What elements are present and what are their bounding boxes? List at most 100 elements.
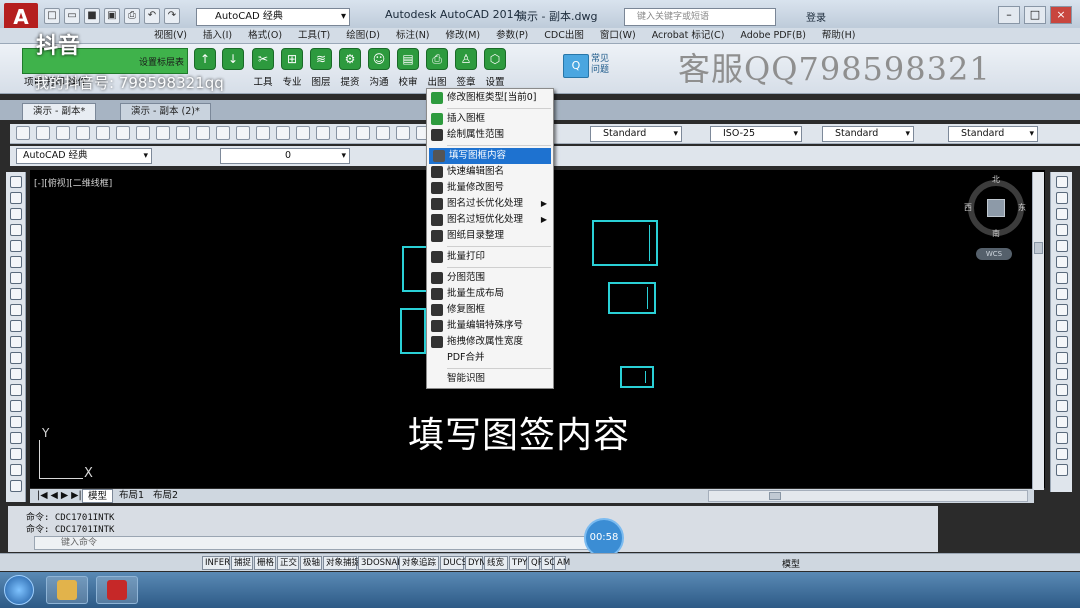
toolbar-icon-button[interactable] (236, 126, 250, 140)
status-toggle-button[interactable]: 正交 (277, 556, 299, 570)
context-menu-item[interactable]: 智能识图 (427, 371, 553, 387)
modify-tool-icon[interactable] (1055, 352, 1068, 364)
print-icon[interactable]: ⎙ (124, 8, 140, 24)
context-menu-item[interactable]: 批量编辑特殊序号 (427, 318, 553, 334)
search-input[interactable]: 键入关键字或短语 (624, 8, 776, 26)
drawing-frame[interactable] (402, 246, 428, 292)
workspace-combo[interactable]: AutoCAD 经典 (16, 148, 152, 164)
modify-tool-icon[interactable] (1055, 272, 1068, 284)
menu-item[interactable]: 标注(N) (388, 28, 438, 43)
modify-tool-icon[interactable] (1055, 448, 1068, 460)
toolbar-icon-button[interactable] (96, 126, 110, 140)
tab-model[interactable]: 模型 (82, 489, 114, 503)
status-toggle-button[interactable]: 捕捉 (231, 556, 253, 570)
modify-tool-icon[interactable] (1055, 464, 1068, 476)
draw-tool-icon[interactable] (9, 208, 22, 220)
toolbar-icon-button[interactable] (396, 126, 410, 140)
status-toggle-button[interactable]: SC (541, 556, 555, 570)
toolbar-icon-button[interactable] (276, 126, 290, 140)
context-menu-item[interactable]: 图纸目录整理 (427, 228, 553, 244)
modify-tool-icon[interactable] (1055, 176, 1068, 188)
autocad-taskbar-button[interactable] (96, 576, 138, 604)
menu-item[interactable]: 参数(P) (488, 28, 536, 43)
draw-tool-icon[interactable] (9, 320, 22, 332)
ribbon-tool-button[interactable]: ⬡ 设置 (480, 48, 510, 88)
toolbar-icon-button[interactable] (56, 126, 70, 140)
viewport-label[interactable]: [-][俯视][二维线框] (34, 176, 112, 189)
toolbar-icon-button[interactable] (156, 126, 170, 140)
menu-item[interactable]: 窗口(W) (592, 28, 644, 43)
context-menu-item[interactable]: 分图范围 (427, 270, 553, 286)
status-toggle-button[interactable]: INFER (202, 556, 230, 570)
context-menu-item[interactable]: 批量生成布局 (427, 286, 553, 302)
minimize-button[interactable]: – (998, 6, 1020, 24)
menu-item[interactable]: 插入(I) (195, 28, 240, 43)
drawing-frame[interactable] (592, 220, 658, 266)
toolbar-icon-button[interactable] (36, 126, 50, 140)
status-toggle-button[interactable]: 3DOSNAP (358, 556, 402, 570)
new-icon[interactable]: □ (44, 8, 60, 24)
draw-tool-icon[interactable] (9, 416, 22, 428)
draw-tool-icon[interactable] (9, 336, 22, 348)
context-menu-item[interactable]: 批量打印 (427, 249, 553, 265)
autocad-logo-icon[interactable]: A (4, 3, 38, 31)
ribbon-tool-button[interactable]: ♙ 签章 (451, 48, 481, 88)
draw-tool-icon[interactable] (9, 432, 22, 444)
login-link[interactable]: 登录 (806, 9, 826, 24)
modify-tool-icon[interactable] (1055, 368, 1068, 380)
menu-item[interactable]: Acrobat 标记(C) (644, 28, 733, 43)
draw-tool-icon[interactable] (9, 384, 22, 396)
context-menu-item[interactable]: 修改图框类型[当前0] (427, 90, 553, 106)
status-toggle-button[interactable]: QP (528, 556, 543, 570)
text-style-select[interactable]: Standard (590, 126, 682, 142)
doc-tab-1[interactable]: 演示 - 副本* (22, 103, 97, 120)
tab-layout1[interactable]: 布局1 (114, 489, 149, 503)
maximize-button[interactable]: □ (1024, 6, 1046, 24)
menu-item[interactable]: 视图(V) (146, 28, 195, 43)
tab-layout2[interactable]: 布局2 (148, 489, 183, 503)
modify-tool-icon[interactable] (1055, 192, 1068, 204)
drawing-frame[interactable] (620, 366, 654, 388)
table-style-select[interactable]: Standard (822, 126, 914, 142)
modify-tool-icon[interactable] (1055, 256, 1068, 268)
save-as-icon[interactable]: ▣ (104, 8, 120, 24)
modify-tool-icon[interactable] (1055, 240, 1068, 252)
toolbar-icon-button[interactable] (136, 126, 150, 140)
wcs-button[interactable]: WCS (976, 248, 1012, 260)
toolbar-icon-button[interactable] (376, 126, 390, 140)
open-icon[interactable]: ▭ (64, 8, 80, 24)
modify-tool-icon[interactable] (1055, 304, 1068, 316)
toolbar-icon-button[interactable] (76, 126, 90, 140)
vertical-scrollbar[interactable] (1032, 172, 1044, 490)
draw-tool-icon[interactable] (9, 192, 22, 204)
menu-item[interactable]: 帮助(H) (814, 28, 864, 43)
layout-nav-arrows[interactable]: |◀ ◀ ▶ ▶| (32, 489, 87, 503)
context-menu-item[interactable]: 插入图框 (427, 111, 553, 127)
modify-tool-icon[interactable] (1055, 208, 1068, 220)
toolbar-icon-button[interactable] (216, 126, 230, 140)
ribbon-tool-button[interactable]: ≋ 图层 (306, 48, 336, 88)
ribbon-tool-button[interactable]: ⊞ 专业 (277, 48, 307, 88)
context-menu-item[interactable]: 修复图框 (427, 302, 553, 318)
modify-tool-icon[interactable] (1055, 320, 1068, 332)
ribbon-tool-button[interactable]: ✂ 工具 (248, 48, 278, 88)
save-icon[interactable]: ■ (84, 8, 100, 24)
help-icon[interactable]: Q (563, 54, 589, 78)
draw-tool-icon[interactable] (9, 288, 22, 300)
multileader-style-select[interactable]: Standard (948, 126, 1038, 142)
explorer-taskbar-button[interactable] (46, 576, 88, 604)
ribbon-arrow-button[interactable]: ↑ (190, 48, 220, 70)
modify-tool-icon[interactable] (1055, 432, 1068, 444)
menu-item[interactable]: 工具(T) (290, 28, 338, 43)
menu-item[interactable]: CDC出图 (536, 28, 592, 43)
help-label[interactable]: 常见问题 (591, 54, 611, 76)
dim-style-select[interactable]: ISO-25 (710, 126, 802, 142)
draw-tool-icon[interactable] (9, 176, 22, 188)
redo-icon[interactable]: ↷ (164, 8, 180, 24)
draw-tool-icon[interactable] (9, 224, 22, 236)
viewcube-face[interactable] (987, 199, 1005, 217)
draw-tool-icon[interactable] (9, 240, 22, 252)
context-menu-item[interactable]: 填写图框内容 (429, 148, 551, 164)
menu-item[interactable]: 修改(M) (438, 28, 489, 43)
modify-tool-icon[interactable] (1055, 224, 1068, 236)
